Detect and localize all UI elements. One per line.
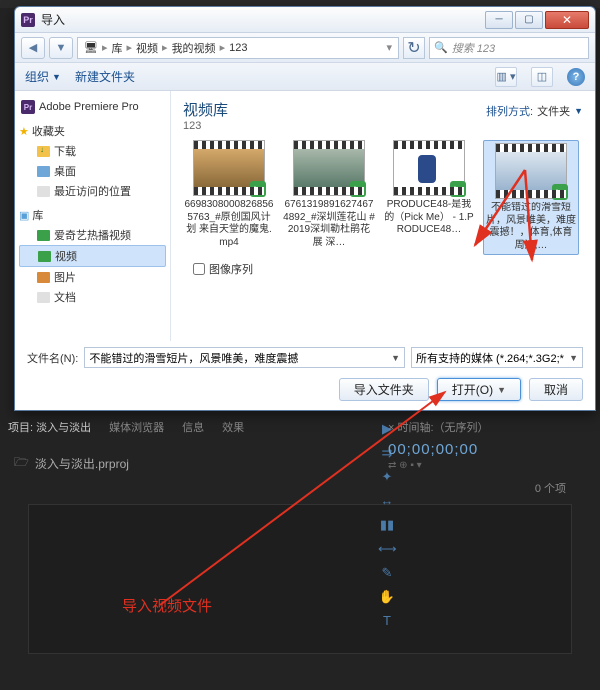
video-badge-icon: ▶	[450, 181, 466, 197]
project-filename: 淡入与淡出.prproj	[35, 455, 129, 472]
sort-dropdown[interactable]: 排列方式: 文件夹 ▼	[486, 103, 583, 119]
close-button[interactable]: ✕	[545, 11, 589, 29]
type-tool[interactable]: T	[378, 612, 396, 630]
sidebar-item-recent[interactable]: 最近访问的位置	[19, 181, 166, 201]
image-sequence-label: 图像序列	[209, 261, 253, 277]
nav-forward-button[interactable]: ▼	[49, 37, 73, 59]
minimize-button[interactable]: ─	[485, 11, 513, 29]
search-icon: 🔍	[434, 41, 448, 54]
project-bin-empty[interactable]	[28, 504, 572, 654]
sidebar-group-library[interactable]: ▣库	[19, 207, 166, 223]
breadcrumb-item[interactable]: 123	[229, 42, 247, 54]
timeline-panel-label: × 时间轴:（无序列）	[380, 415, 580, 439]
video-badge-icon: ▶	[350, 181, 366, 197]
sidebar-item-downloads[interactable]: 下载	[19, 141, 166, 161]
razor-tool[interactable]: ▮▮	[378, 516, 396, 534]
breadcrumb-item[interactable]: 视频	[136, 40, 158, 56]
sidebar-item-iqiyi[interactable]: 爱奇艺热播视频	[19, 225, 166, 245]
file-thumb-selected[interactable]: ▶ 不能错过的滑雪短片，风景唯美，难度震撼！，体育,体育周边,…	[483, 140, 579, 255]
filename-input[interactable]: 不能错过的滑雪短片，风景唯美，难度震撼▼	[84, 347, 405, 368]
cancel-button[interactable]: 取消	[529, 378, 583, 401]
open-button[interactable]: 打开(O)▼	[437, 378, 521, 401]
breadcrumb-item[interactable]: 我的视频	[172, 40, 216, 56]
pen-tool[interactable]: ✎	[378, 564, 396, 582]
library-title: 视频库	[183, 99, 228, 120]
maximize-button[interactable]: ▢	[515, 11, 543, 29]
project-item-count: 0 个项	[14, 480, 586, 496]
view-mode-button[interactable]: ▥ ▾	[495, 67, 517, 87]
import-dialog: Pr 导入 ─ ▢ ✕ ◀ ▼ 🖥 ▸ 库▸ 视频▸ 我的视频▸ 123 ▾ ↻…	[14, 6, 596, 411]
file-thumb[interactable]: ▶ 66983080008268565763_#原创国风计划 来自天堂的魔鬼.m…	[183, 140, 275, 255]
filetype-dropdown[interactable]: 所有支持的媒体 (*.264;*.3G2;*▼	[411, 347, 583, 368]
rate-stretch-tool[interactable]: ↔	[378, 492, 396, 510]
video-badge-icon: ▶	[552, 184, 568, 200]
filename-label: 文件名(N):	[27, 350, 78, 366]
dialog-footer: 文件名(N): 不能错过的滑雪短片，风景唯美，难度震撼▼ 所有支持的媒体 (*.…	[15, 341, 595, 411]
dialog-navbar: ◀ ▼ 🖥 ▸ 库▸ 视频▸ 我的视频▸ 123 ▾ ↻ 🔍 搜索 123	[15, 33, 595, 63]
sidebar-item-desktop[interactable]: 桌面	[19, 161, 166, 181]
sidebar-group-favorites[interactable]: ★收藏夹	[19, 123, 166, 139]
breadcrumb-root-icon: 🖥	[84, 41, 98, 54]
tab-effects[interactable]: 效果	[222, 419, 244, 435]
video-badge-icon: ▶	[250, 181, 266, 197]
sidebar-item-videos[interactable]: 视频	[19, 245, 166, 267]
new-folder-button[interactable]: 新建文件夹	[75, 68, 135, 85]
timecode-display[interactable]: 00;00;00;00	[380, 439, 580, 460]
dialog-titlebar[interactable]: Pr 导入 ─ ▢ ✕	[15, 7, 595, 33]
image-sequence-checkbox[interactable]	[193, 263, 205, 275]
breadcrumb-item[interactable]: 库	[112, 40, 123, 56]
sidebar-app-item[interactable]: PrAdobe Premiere Pro	[19, 97, 166, 117]
tab-info[interactable]: 信息	[182, 419, 204, 435]
library-subtitle: 123	[183, 120, 228, 132]
project-folder-icon: 🗁	[14, 453, 29, 474]
organize-menu[interactable]: 组织 ▼	[25, 68, 61, 85]
annotation-text: 导入视频文件	[122, 595, 212, 616]
dialog-toolbar: 组织 ▼ 新建文件夹 ▥ ▾ ◫ ?	[15, 63, 595, 91]
sidebar-item-pictures[interactable]: 图片	[19, 267, 166, 287]
file-list-area: 视频库 123 排列方式: 文件夹 ▼ ▶ 669830800082685657…	[171, 91, 595, 341]
sidebar-item-documents[interactable]: 文档	[19, 287, 166, 307]
help-icon[interactable]: ?	[567, 68, 585, 86]
file-thumb[interactable]: ▶ 67613198916274674892_#深圳莲花山 #2019深圳勒杜鹃…	[283, 140, 375, 255]
tab-project[interactable]: 项目: 淡入与淡出	[8, 419, 91, 435]
search-input[interactable]: 🔍 搜索 123	[429, 37, 589, 59]
hand-tool[interactable]: ✋	[378, 588, 396, 606]
sidebar-tree: PrAdobe Premiere Pro ★收藏夹 下载 桌面 最近访问的位置 …	[15, 91, 171, 341]
refresh-button[interactable]: ↻	[403, 37, 425, 59]
timeline-controls: ⇄ ⊕ ▪ ▾	[380, 460, 580, 471]
tab-media-browser[interactable]: 媒体浏览器	[109, 419, 164, 435]
slip-tool[interactable]: ⟷	[378, 540, 396, 558]
breadcrumb-bar[interactable]: 🖥 ▸ 库▸ 视频▸ 我的视频▸ 123 ▾	[77, 37, 399, 59]
file-thumb[interactable]: ▶ PRODUCE48-是我的（Pick Me） - 1.PRODUCE48…	[383, 140, 475, 255]
premiere-app-icon: Pr	[21, 13, 35, 27]
preview-pane-button[interactable]: ◫	[531, 67, 553, 87]
nav-back-button[interactable]: ◀	[21, 37, 45, 59]
import-folder-button[interactable]: 导入文件夹	[339, 378, 429, 401]
dialog-title-text: 导入	[41, 11, 485, 28]
